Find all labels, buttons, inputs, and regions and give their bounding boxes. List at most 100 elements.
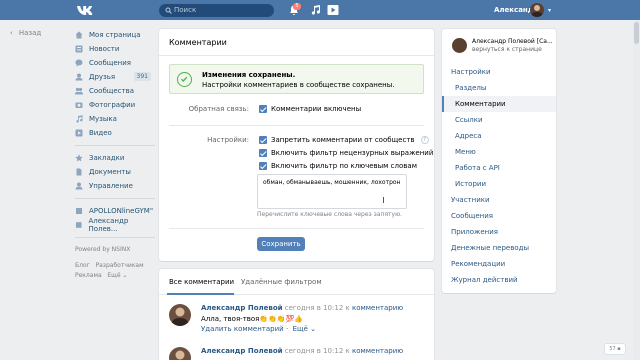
sidebar-item-group-apollon[interactable]: APOLLONlineGYM" — [75, 204, 155, 218]
play-icon[interactable] — [327, 4, 339, 16]
settings-menu: Настройки Разделы Комментарии Ссылки Адр… — [442, 64, 556, 288]
search-placeholder: Поиск — [174, 6, 197, 14]
option-keyword-filter[interactable]: Включить фильтр по ключевым словам — [259, 162, 417, 170]
checkbox-checked[interactable] — [259, 149, 267, 157]
text-cursor — [383, 197, 384, 203]
checkbox-checked[interactable] — [259, 136, 267, 144]
checkbox-checked[interactable] — [259, 162, 267, 170]
footer-link-blog[interactable]: Блог — [75, 262, 90, 269]
footer-links: Блог Разработчикам Реклама Ещё ⌄ — [75, 261, 155, 281]
comment-author[interactable]: Александр Полевой — [201, 304, 283, 312]
footer-link-developers[interactable]: Разработчикам — [96, 262, 144, 269]
avatar[interactable] — [169, 347, 191, 360]
sidebar-item-photos[interactable]: Фотографии — [75, 98, 155, 112]
sidebar-item-friends[interactable]: Друзья 391 — [75, 70, 155, 84]
sidebar-item-manage[interactable]: Управление — [75, 179, 155, 193]
sidebar-item-messages[interactable]: Сообщения — [75, 56, 155, 70]
menu-item-members[interactable]: Участники — [442, 192, 556, 208]
keywords-hint: Перечислите ключевые слова через запятую… — [257, 211, 403, 218]
groups-icon — [75, 87, 83, 95]
comments-tabs: Все комментарии Удалённые фильтром — [159, 269, 434, 295]
menu-item-menu[interactable]: Меню — [442, 144, 556, 160]
group-icon — [76, 208, 82, 214]
powered-by: Powered by NSINX — [75, 245, 131, 253]
back-link[interactable]: ‹ Назад — [10, 29, 41, 37]
right-sidebar: Александр Полевой [Са... вернуться к стр… — [442, 29, 556, 293]
delete-comment-link[interactable]: Удалить комментарий — [201, 325, 284, 333]
option-ban-groups[interactable]: Запретить комментарии от сообществ ? — [259, 136, 429, 144]
news-icon — [75, 45, 83, 53]
comment-header: Александр Полевой сегодня в 10:12 к комм… — [201, 304, 403, 312]
avatar[interactable] — [169, 304, 191, 326]
music-icon[interactable] — [310, 4, 322, 16]
sidebar-item-my-page[interactable]: Моя страница — [75, 28, 155, 42]
sidebar-item-bookmarks[interactable]: Закладки — [75, 151, 155, 165]
group-icon — [75, 222, 82, 228]
feedback-checkbox-row[interactable]: Комментарии включены — [259, 105, 361, 113]
menu-item-api[interactable]: Работа с API — [442, 160, 556, 176]
menu-item-links[interactable]: Ссылки — [442, 112, 556, 128]
sidebar-divider — [75, 198, 155, 199]
comment-time: сегодня в 10:12 к — [284, 304, 350, 312]
comments-settings-panel: Комментарии Изменения сохранены. Настрой… — [159, 29, 434, 261]
music-icon — [76, 115, 83, 123]
comment-header: Александр Полевой сегодня в 10:12 к комм… — [201, 347, 403, 355]
friends-count-badge: 391 — [133, 72, 151, 81]
comment-text: Алла, твоя-твоя👏👏👏💯👍 — [201, 315, 303, 323]
sidebar-item-video[interactable]: Видео — [75, 126, 155, 140]
settings-label: Настройки: — [207, 136, 249, 144]
scrollbar-thumb[interactable] — [634, 22, 639, 44]
tab-all-comments[interactable]: Все комментарии — [169, 278, 234, 286]
footer-link-more[interactable]: Ещё ⌄ — [107, 272, 127, 279]
success-title: Изменения сохранены. — [202, 71, 296, 79]
feedback-label: Обратная связь: — [188, 105, 249, 113]
checkbox-checked[interactable] — [259, 105, 267, 113]
comments-list-panel: Все комментарии Удалённые фильтром Алекс… — [159, 269, 434, 360]
sidebar-item-group-polevoy[interactable]: Александр Полев... — [75, 217, 155, 233]
menu-item-settings[interactable]: Настройки — [442, 64, 556, 80]
group-name[interactable]: Александр Полевой [Са... — [472, 38, 552, 45]
video-icon — [75, 129, 83, 137]
sidebar-item-documents[interactable]: Документы — [75, 165, 155, 179]
sidebar-divider — [75, 145, 155, 146]
comment-target-link[interactable]: комментарию — [352, 347, 403, 355]
menu-item-recommendations[interactable]: Рекомендации — [442, 256, 556, 272]
menu-item-comments[interactable]: Комментарии — [442, 96, 556, 112]
friends-icon — [75, 73, 83, 81]
divider — [169, 228, 424, 229]
top-bar: Поиск 5 Александр ▾ — [0, 0, 640, 20]
chat-button[interactable]: 57 ▪ — [604, 343, 626, 355]
comment-target-link[interactable]: комментарию — [352, 304, 403, 312]
sidebar-divider — [75, 237, 155, 238]
sidebar-item-groups[interactable]: Сообщества — [75, 84, 155, 98]
help-icon[interactable]: ? — [420, 136, 429, 144]
menu-item-stories[interactable]: Истории — [442, 176, 556, 192]
keywords-textarea[interactable]: обман, обманываешь, мошенник, лохотрон — [257, 174, 407, 209]
chat-icon: ▪ — [617, 346, 621, 352]
menu-item-addresses[interactable]: Адреса — [442, 128, 556, 144]
avatar[interactable] — [530, 3, 544, 17]
page-scrollbar[interactable] — [633, 20, 640, 360]
more-link[interactable]: Ещё ⌄ — [293, 325, 316, 333]
menu-item-sections[interactable]: Разделы — [442, 80, 556, 96]
menu-item-money-transfers[interactable]: Денежные переводы — [442, 240, 556, 256]
sidebar-item-music[interactable]: Музыка — [75, 112, 155, 126]
comment-author[interactable]: Александр Полевой — [201, 347, 283, 355]
search-field[interactable]: Поиск — [159, 4, 274, 17]
sidebar-item-news[interactable]: Новости — [75, 42, 155, 56]
comment-actions: Удалить комментарий · Ещё ⌄ — [201, 325, 317, 333]
back-to-page-link[interactable]: вернуться к странице — [472, 46, 542, 53]
menu-item-action-log[interactable]: Журнал действий — [442, 272, 556, 288]
menu-item-apps[interactable]: Приложения — [442, 224, 556, 240]
tab-filtered-comments[interactable]: Удалённые фильтром — [241, 278, 322, 286]
success-message: Изменения сохранены. Настройки комментар… — [169, 64, 424, 94]
divider — [169, 125, 424, 126]
option-profanity-filter[interactable]: Включить фильтр нецензурных выражений — [259, 149, 433, 157]
feedback-option-label: Комментарии включены — [271, 105, 362, 113]
chevron-down-icon[interactable]: ▾ — [548, 7, 551, 14]
vk-logo-icon[interactable] — [76, 3, 96, 17]
footer-link-ads[interactable]: Реклама — [75, 272, 102, 279]
menu-item-messages[interactable]: Сообщения — [442, 208, 556, 224]
save-button[interactable]: Сохранить — [257, 237, 305, 251]
success-text: Настройки комментариев в сообществе сохр… — [202, 81, 395, 89]
